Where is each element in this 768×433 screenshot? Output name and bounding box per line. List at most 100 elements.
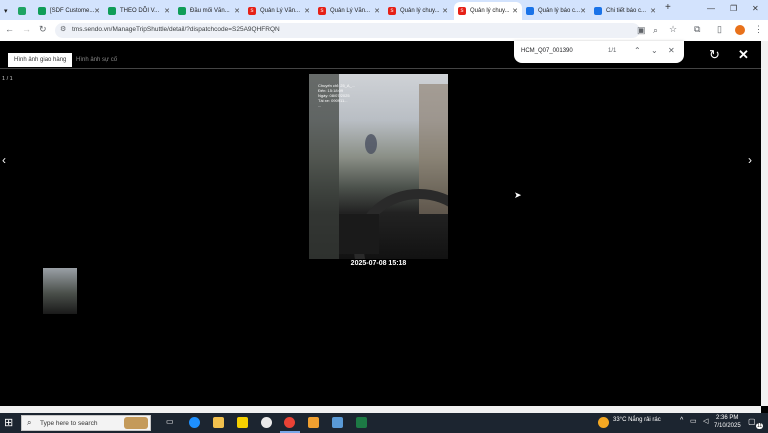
tab-8[interactable]: Quản lý báo c... ✕ xyxy=(526,2,590,20)
close-viewer-icon[interactable]: ✕ xyxy=(738,47,749,63)
bookmark-star-icon[interactable]: ☆ xyxy=(669,24,677,35)
extensions-icon[interactable]: ⧉ xyxy=(694,24,700,35)
sendo-icon: s xyxy=(318,7,326,15)
notification-badge: 11 xyxy=(756,423,764,429)
next-arrow-icon[interactable]: › xyxy=(748,153,752,167)
prev-arrow-icon[interactable]: ‹ xyxy=(2,153,6,167)
tab-1[interactable]: [SDF Custome... ✕ xyxy=(38,2,104,20)
excel-icon[interactable] xyxy=(356,417,367,428)
app-icon[interactable] xyxy=(308,417,319,428)
search-highlight-icon xyxy=(124,417,148,429)
url-text: tms.sendo.vn/ManageTripShuttle/detail/?d… xyxy=(72,26,280,33)
find-close-icon[interactable]: ✕ xyxy=(668,46,675,55)
tray-expand-icon[interactable]: ^ xyxy=(680,417,683,424)
delivery-photo[interactable]: Chuyến chỉ: 25_A_... Đến: 15:18:09 Ngày:… xyxy=(309,74,448,259)
minimize-button[interactable]: — xyxy=(707,4,715,13)
file-explorer-icon[interactable] xyxy=(213,417,224,428)
tab-title: Quản Lý Văn... xyxy=(330,8,371,14)
find-next-icon[interactable]: ⌄ xyxy=(651,46,658,55)
tab-6[interactable]: s Quản lý chuy... ✕ xyxy=(388,2,452,20)
tab-title: Quản Lý Văn... xyxy=(260,8,301,14)
volume-icon[interactable]: ◁ xyxy=(703,417,708,425)
site-info-icon[interactable]: ⚙ xyxy=(60,25,66,33)
close-window-button[interactable]: ✕ xyxy=(752,4,759,13)
find-prev-icon[interactable]: ⌃ xyxy=(634,46,641,55)
tab-3[interactable]: Đầu mối Văn... ✕ xyxy=(178,2,244,20)
menu-icon[interactable]: ⋮ xyxy=(754,24,763,35)
task-view-icon[interactable]: ▭ xyxy=(166,417,174,426)
tab-title: Quản lý chuy... xyxy=(470,8,510,14)
tab-9[interactable]: Chi tiết báo c... ✕ xyxy=(594,2,660,20)
image-counter: 1 / 1 xyxy=(2,76,13,82)
sheets-icon xyxy=(178,7,186,15)
sendo-icon: s xyxy=(248,7,256,15)
edge-icon[interactable] xyxy=(189,417,200,428)
vertical-scrollbar[interactable] xyxy=(761,41,768,406)
translate-icon[interactable]: ▣ xyxy=(637,25,646,36)
divider xyxy=(0,68,761,69)
clock-time[interactable]: 2:36 PM xyxy=(716,415,738,421)
close-icon[interactable]: ✕ xyxy=(442,7,448,15)
new-tab-button[interactable]: + xyxy=(665,2,671,13)
reload-icon[interactable]: ↻ xyxy=(39,24,47,35)
weather-icon[interactable] xyxy=(598,417,609,428)
windows-start-icon[interactable]: ⊞ xyxy=(4,416,13,429)
weather-text[interactable]: 33°C Nắng rải rác xyxy=(613,417,661,423)
tab-4[interactable]: s Quản Lý Văn... ✕ xyxy=(248,2,314,20)
taskbar-search[interactable]: ⌕ Type here to search xyxy=(21,415,151,431)
forward-icon[interactable]: → xyxy=(22,24,31,34)
tab-active[interactable]: s Quản lý chuy... ✕ xyxy=(454,2,522,20)
taskbar: ⊞ ⌕ Type here to search ▭ 33°C Nắng rải … xyxy=(0,413,768,433)
tab-dropdown-button[interactable]: ▾ xyxy=(4,2,16,20)
avatar[interactable] xyxy=(735,25,745,35)
tab-title: Quản lý báo c... xyxy=(538,8,581,14)
restore-button[interactable]: ❐ xyxy=(730,4,737,13)
google-drive-icon xyxy=(18,7,26,15)
search-placeholder: Type here to search xyxy=(40,420,98,427)
close-icon[interactable]: ✕ xyxy=(94,7,100,15)
navigation-bar: ← → ↻ ⚙ tms.sendo.vn/ManageTripShuttle/d… xyxy=(0,20,768,42)
sheets-icon xyxy=(38,7,46,15)
tab-title: Quản lý chuy... xyxy=(400,8,440,14)
network-icon[interactable]: ▭ xyxy=(690,417,697,425)
find-count: 1/1 xyxy=(608,48,617,54)
notification-icon[interactable]: ▢ xyxy=(748,417,756,426)
find-bar: HCM_Q07_001390 1/1 ⌃ ⌄ ✕ xyxy=(514,41,684,63)
address-bar[interactable]: ⚙ tms.sendo.vn/ManageTripShuttle/detail/… xyxy=(55,23,677,38)
side-panel-icon[interactable]: ▯ xyxy=(717,24,722,35)
photo-thumbnail[interactable] xyxy=(43,268,77,314)
tab-2[interactable]: THEO DÕI V... ✕ xyxy=(108,2,174,20)
tab-title: [SDF Custome... xyxy=(50,8,95,14)
close-icon[interactable]: ✕ xyxy=(164,7,170,15)
close-icon[interactable]: ✕ xyxy=(234,7,240,15)
app-icon[interactable] xyxy=(261,417,272,428)
mouse-cursor-icon: ➤ xyxy=(514,190,522,200)
close-icon[interactable]: ✕ xyxy=(650,7,656,15)
tab-strip: ▾ [SDF Custome... ✕ THEO DÕI V... ✕ Đầu … xyxy=(0,0,768,20)
zoom-icon[interactable]: ⌕ xyxy=(653,25,658,36)
photo-timestamp: 2025-07-08 15:18 xyxy=(350,260,407,267)
rotate-icon[interactable]: ↻ xyxy=(709,47,720,63)
clock-date[interactable]: 7/10/2025 xyxy=(714,423,741,429)
globe-icon xyxy=(526,7,534,15)
find-input[interactable]: HCM_Q07_001390 xyxy=(521,48,573,54)
sticky-notes-icon[interactable] xyxy=(237,417,248,428)
back-icon[interactable]: ← xyxy=(5,24,14,34)
tab-title: Đầu mối Văn... xyxy=(190,8,230,14)
chrome-icon[interactable] xyxy=(284,417,295,428)
tab-title: THEO DÕI V... xyxy=(120,8,160,14)
close-icon[interactable]: ✕ xyxy=(580,7,586,15)
tab-5[interactable]: s Quản Lý Văn... ✕ xyxy=(318,2,384,20)
close-icon[interactable]: ✕ xyxy=(512,7,518,15)
horizontal-scrollbar[interactable] xyxy=(0,406,761,413)
app-icon[interactable] xyxy=(332,417,343,428)
tab-title: Chi tiết báo c... xyxy=(606,8,647,14)
tab-delivery-images[interactable]: Hình ảnh giao hàng xyxy=(8,53,73,67)
globe-icon xyxy=(594,7,602,15)
tab-0[interactable] xyxy=(18,2,36,20)
close-icon[interactable]: ✕ xyxy=(304,7,310,15)
close-icon[interactable]: ✕ xyxy=(374,7,380,15)
watermark-line: ... xyxy=(318,103,322,108)
tab-incident-images[interactable]: Hình ảnh sự cố xyxy=(72,53,121,67)
sheets-icon xyxy=(108,7,116,15)
